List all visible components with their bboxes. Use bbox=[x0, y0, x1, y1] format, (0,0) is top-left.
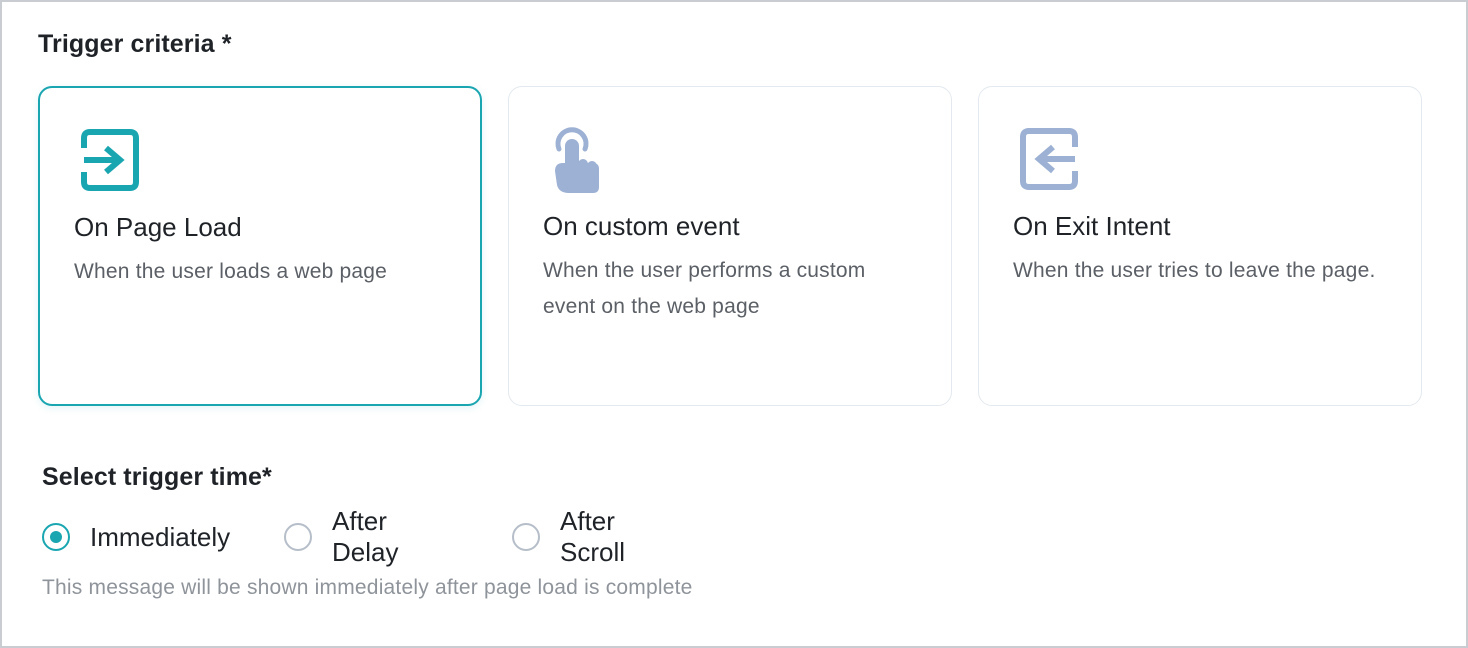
card-title: On Page Load bbox=[74, 212, 242, 242]
radio-unchecked-icon[interactable] bbox=[284, 523, 312, 551]
card-on-exit-intent[interactable]: On Exit Intent When the user tries to le… bbox=[978, 86, 1422, 406]
trigger-time-title: Select trigger time* bbox=[42, 463, 272, 491]
radio-after-delay[interactable]: After Delay bbox=[284, 506, 398, 567]
radio-after-scroll[interactable]: After Scroll bbox=[512, 506, 625, 567]
tap-hand-icon bbox=[549, 127, 609, 195]
card-description: When the user loads a web page bbox=[74, 260, 388, 283]
trigger-settings-panel: Trigger criteria * On Page Load When the… bbox=[0, 0, 1468, 648]
card-description: When the user performs a custom event on… bbox=[543, 259, 866, 318]
radio-label: Immediately bbox=[90, 521, 231, 552]
radio-checked-icon[interactable] bbox=[42, 523, 70, 551]
trigger-criteria-title: Trigger criteria * bbox=[38, 30, 232, 58]
radio-label: After Scroll bbox=[560, 506, 626, 567]
radio-label: After Delay bbox=[332, 506, 399, 567]
enter-icon bbox=[80, 128, 140, 196]
radio-unchecked-icon[interactable] bbox=[512, 523, 540, 551]
card-on-custom-event[interactable]: On custom event When the user performs a… bbox=[508, 86, 952, 406]
trigger-time-helper-text: This message will be shown immediately a… bbox=[42, 576, 693, 599]
card-title: On custom event bbox=[543, 211, 740, 241]
card-title: On Exit Intent bbox=[1013, 211, 1171, 241]
exit-icon bbox=[1019, 127, 1079, 195]
card-on-page-load[interactable]: On Page Load When the user loads a web p… bbox=[38, 86, 482, 406]
radio-immediately[interactable]: Immediately bbox=[42, 519, 230, 555]
card-description: When the user tries to leave the page. bbox=[1013, 259, 1376, 282]
